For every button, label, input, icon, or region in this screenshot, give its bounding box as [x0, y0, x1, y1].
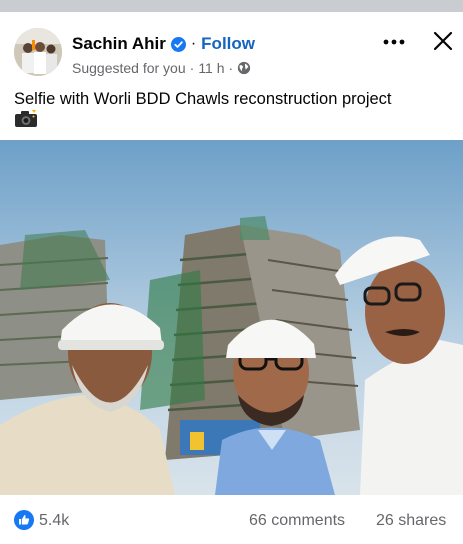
post-meta: Suggested for you · 11 h ·: [72, 60, 251, 76]
post-time[interactable]: 11 h: [198, 60, 224, 76]
like-count[interactable]: 5.4k: [39, 512, 69, 530]
post-photo[interactable]: [0, 140, 463, 495]
feed-divider: [0, 0, 463, 12]
verified-badge-icon: [170, 36, 186, 52]
comments-count[interactable]: 66 comments: [249, 512, 345, 530]
post-footer: 5.4k 66 comments 26 shares: [0, 506, 463, 536]
suggested-label: Suggested for you: [72, 60, 186, 76]
author-name[interactable]: Sachin Ahir: [72, 34, 166, 54]
post-header: Sachin Ahir · Follow Suggested for you ·…: [0, 22, 463, 82]
like-reaction-icon[interactable]: [14, 510, 34, 530]
separator: ·: [190, 35, 197, 52]
globe-icon: [237, 61, 251, 75]
follow-button[interactable]: Follow: [201, 34, 255, 54]
post-caption: Selfie with Worli BDD Chawls reconstruct…: [14, 90, 392, 108]
separator: ·: [189, 60, 195, 76]
avatar[interactable]: [14, 28, 62, 76]
close-icon[interactable]: [432, 30, 454, 52]
author-row: Sachin Ahir · Follow: [72, 34, 255, 54]
more-options-icon[interactable]: [380, 32, 408, 52]
camera-emoji: [14, 110, 38, 128]
separator: ·: [228, 60, 234, 76]
shares-count[interactable]: 26 shares: [376, 512, 446, 530]
